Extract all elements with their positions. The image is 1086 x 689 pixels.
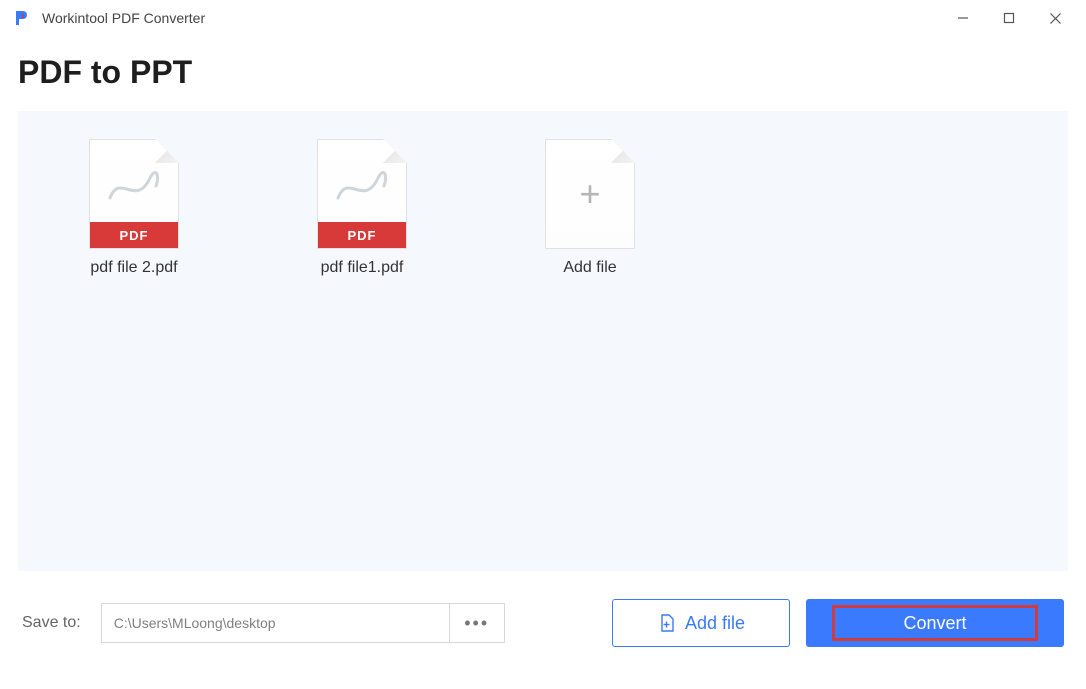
plus-icon: + <box>579 176 600 212</box>
save-to-label: Save to: <box>22 614 81 632</box>
add-file-label: Add file <box>563 259 616 277</box>
pdf-file-icon: PDF <box>317 139 407 249</box>
file-area: PDF pdf file 2.pdf PDF pdf file1.pdf + A… <box>18 111 1068 571</box>
titlebar: Workintool PDF Converter <box>0 0 1086 36</box>
pdf-file-icon: PDF <box>89 139 179 249</box>
file-item[interactable]: PDF pdf file1.pdf <box>302 139 422 277</box>
file-name-label: pdf file 2.pdf <box>90 259 177 277</box>
convert-button[interactable]: Convert <box>806 599 1064 647</box>
add-file-button-label: Add file <box>685 613 745 634</box>
browse-button[interactable]: ••• <box>449 603 505 643</box>
minimize-button[interactable] <box>940 0 986 36</box>
footer-bar: Save to: ••• Add file Convert <box>0 581 1086 665</box>
add-file-button[interactable]: Add file <box>612 599 790 647</box>
file-item[interactable]: PDF pdf file 2.pdf <box>74 139 194 277</box>
pdf-badge: PDF <box>318 222 406 248</box>
save-path-input[interactable] <box>101 603 449 643</box>
more-dots-icon: ••• <box>464 613 489 634</box>
add-file-plus-icon <box>657 613 677 633</box>
page-title: PDF to PPT <box>0 36 1086 105</box>
save-path-group: ••• <box>101 603 505 643</box>
app-title: Workintool PDF Converter <box>42 10 940 26</box>
pdf-badge: PDF <box>90 222 178 248</box>
app-logo-icon <box>12 8 32 28</box>
add-file-icon: + <box>545 139 635 249</box>
file-name-label: pdf file1.pdf <box>321 259 404 277</box>
window-controls <box>940 0 1078 36</box>
convert-button-label: Convert <box>903 613 966 634</box>
close-button[interactable] <box>1032 0 1078 36</box>
add-file-tile[interactable]: + Add file <box>530 139 650 277</box>
maximize-button[interactable] <box>986 0 1032 36</box>
